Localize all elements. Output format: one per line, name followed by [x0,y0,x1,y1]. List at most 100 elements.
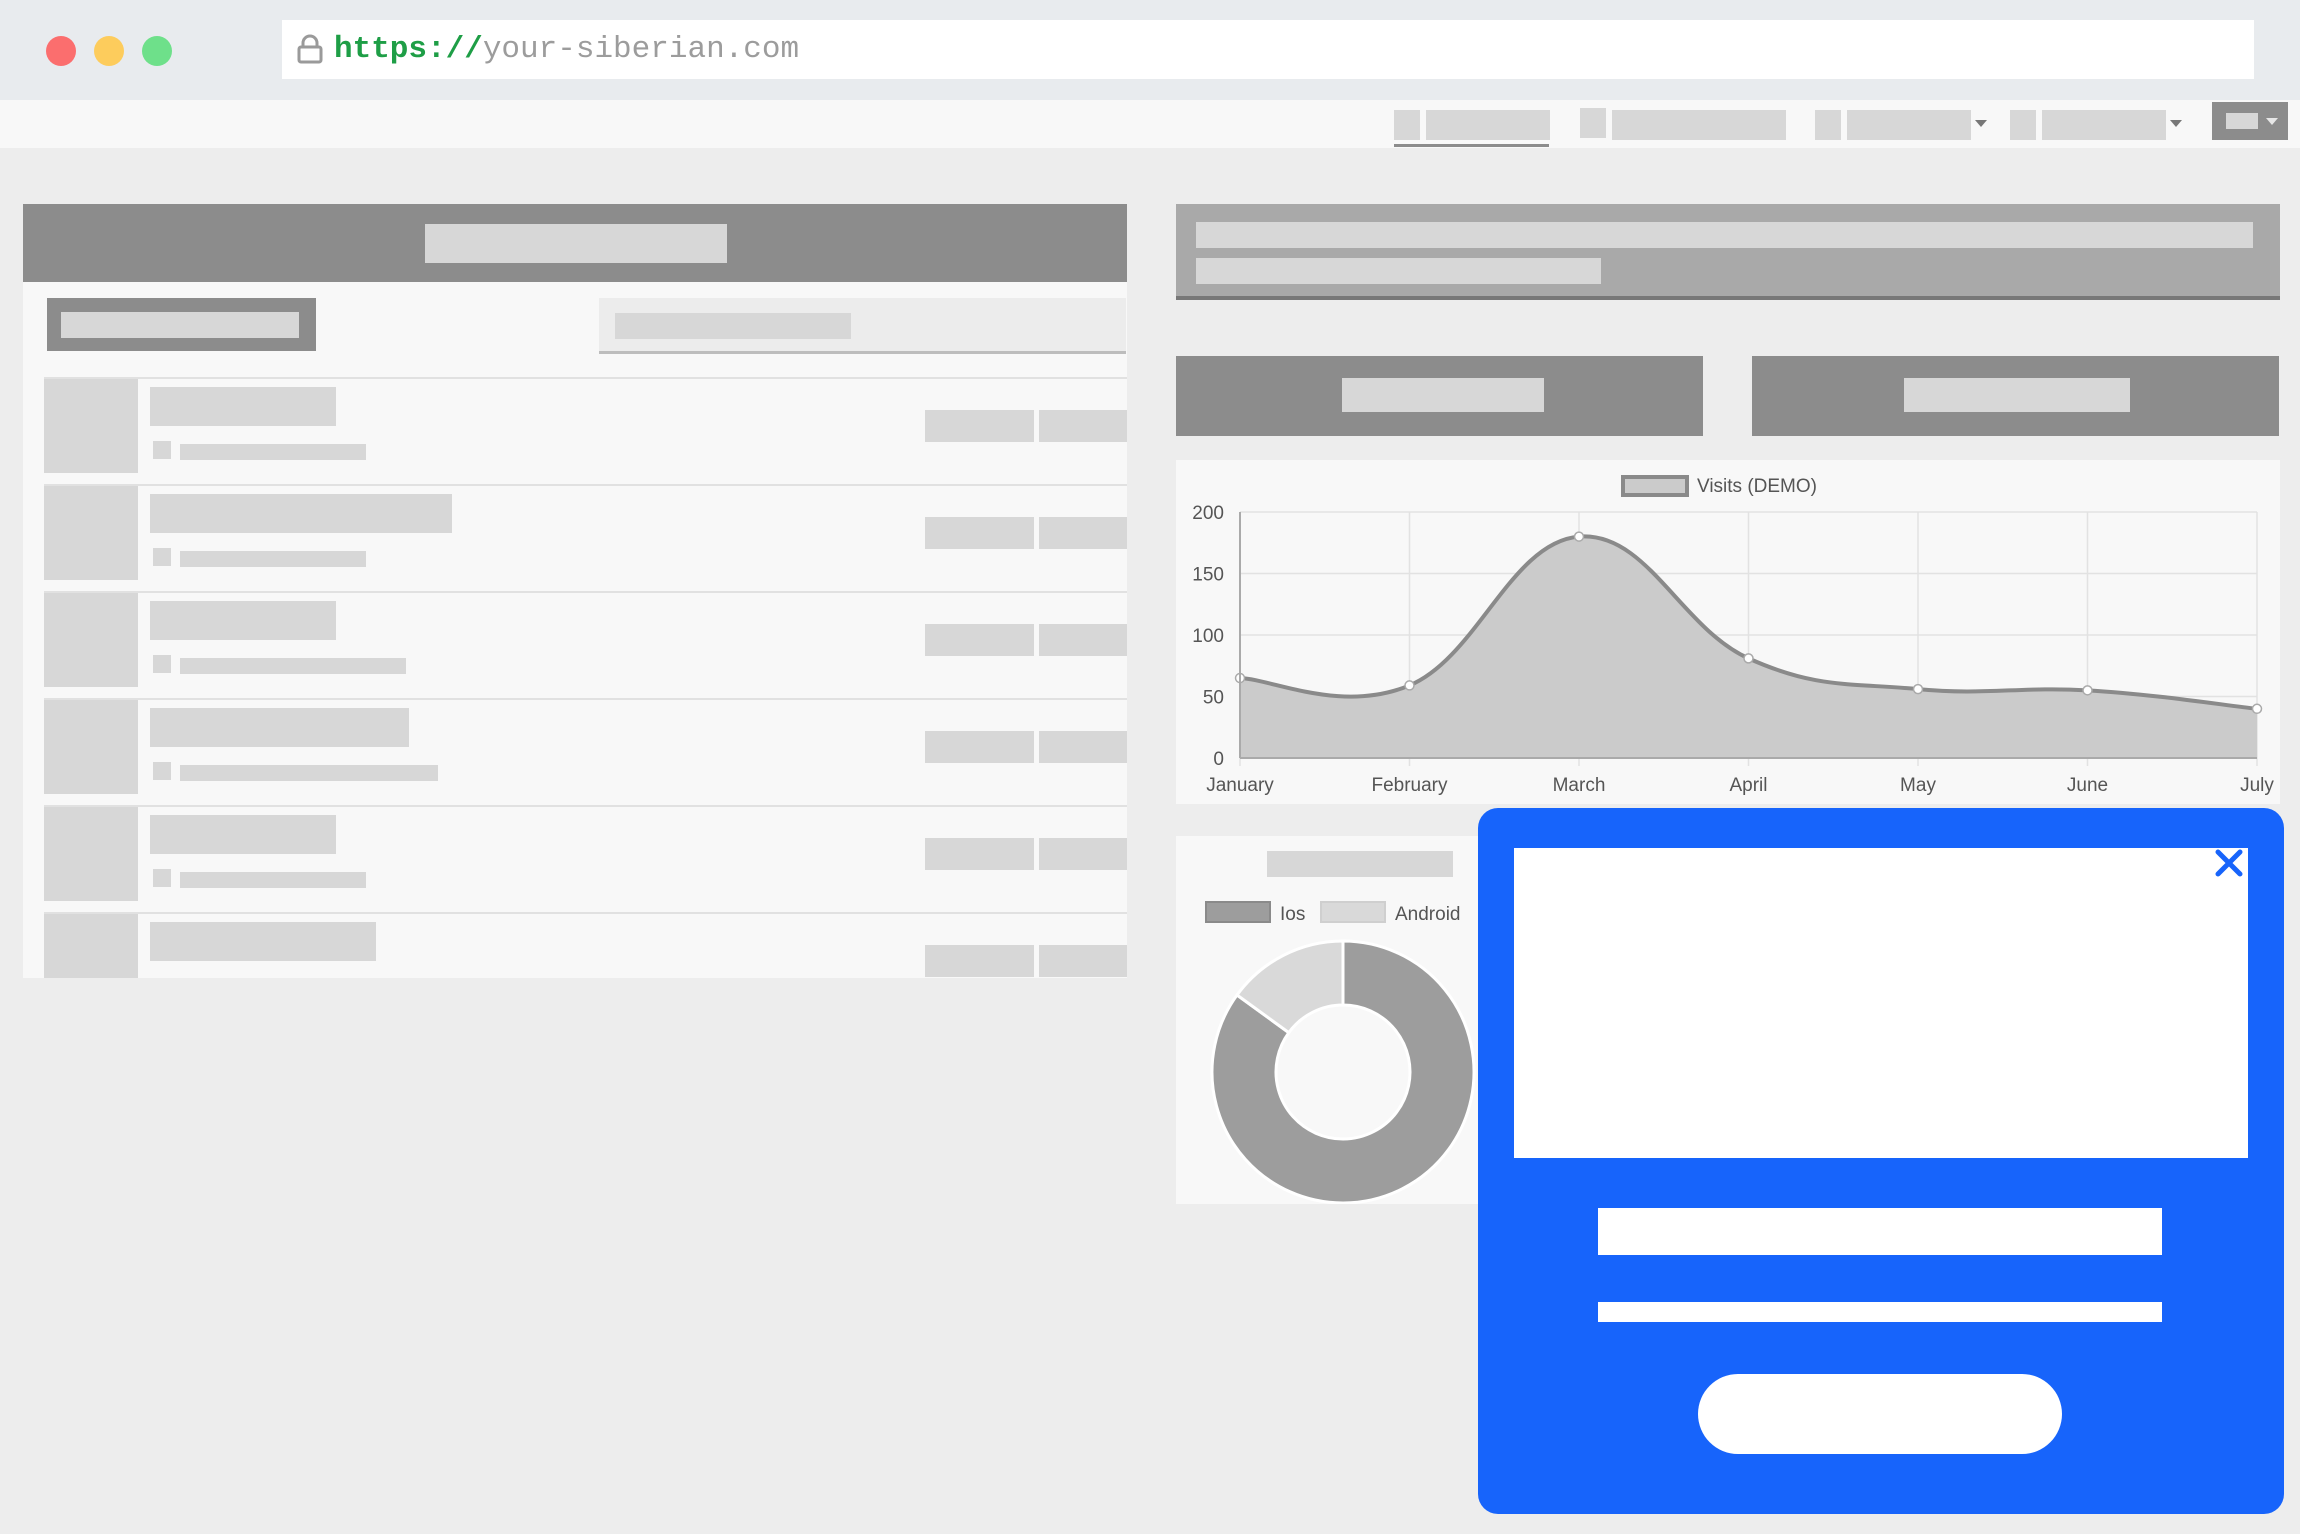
row-meta-icon [153,548,171,566]
chart-legend: Visits (DEMO) [1621,475,1817,497]
user-menu-button[interactable] [2212,102,2288,140]
y-tick-label: 200 [1192,503,1224,524]
list-row[interactable] [44,591,1127,698]
legend-label: Visits (DEMO) [1697,476,1817,497]
nav-item-2-icon[interactable] [1580,108,1606,138]
banner-line-1 [1196,222,2253,248]
action-button-2[interactable] [1752,356,2279,436]
data-point [2251,703,2263,715]
donut-chart-title-placeholder [1267,851,1453,877]
chevron-down-icon[interactable] [2170,120,2182,127]
popup-input-field[interactable] [1598,1208,2162,1255]
list-row[interactable] [44,484,1127,591]
row-title [150,708,409,747]
search-placeholder [615,313,851,339]
action-button-2-label [1904,378,2130,412]
data-point [1573,531,1585,542]
row-delete-button[interactable] [1039,731,1127,763]
visits-line-chart: Visits (DEMO) 0 50 100 150 200 January February… [1192,475,2274,796]
list-panel-header [23,204,1127,282]
list-panel-title [425,224,727,263]
row-meta-icon [153,762,171,780]
y-tick-label: 100 [1192,626,1224,647]
data-point [1743,653,1754,664]
action-button-1-label [1342,378,1544,412]
row-thumbnail [44,700,138,794]
legend-swatch [1205,901,1271,923]
row-thumbnail [44,593,138,687]
row-delete-button[interactable] [1039,517,1127,549]
filter-button-label [61,312,299,338]
lock-icon [297,34,323,64]
popup-submit-button[interactable] [1698,1374,2062,1454]
row-edit-button[interactable] [925,410,1034,442]
popup-text-line [1598,1302,2162,1322]
row-subtitle [180,872,366,888]
nav-item-1-label[interactable] [1426,110,1550,140]
search-input[interactable] [599,298,1126,354]
row-subtitle [180,765,438,781]
url-scheme: https:// [334,32,483,67]
row-edit-button[interactable] [925,624,1034,656]
nav-item-3-icon[interactable] [1815,110,1841,140]
row-thumbnail [44,486,138,580]
row-edit-button[interactable] [925,517,1034,549]
nav-item-4-icon[interactable] [2010,110,2036,140]
row-edit-button[interactable] [925,731,1034,763]
nav-item-4-label[interactable] [2042,110,2166,140]
address-bar[interactable]: https://your-siberian.com [282,20,2254,79]
y-tick-label: 50 [1203,688,1224,709]
maximize-window-button[interactable] [142,36,172,66]
top-nav [0,100,2300,148]
data-point [2082,685,2093,696]
action-button-1[interactable] [1176,356,1703,436]
list-panel [23,204,1127,978]
row-thumbnail [44,379,138,473]
close-icon[interactable] [2212,846,2246,880]
y-tick-label: 0 [1213,749,1224,770]
row-meta-icon [153,441,171,459]
x-tick-label: June [2067,775,2108,796]
row-title [150,815,336,854]
row-title [150,601,336,640]
legend-swatch [1320,901,1386,923]
list-row[interactable] [44,698,1127,805]
platform-chart-card: Ios Android [1176,836,1486,1204]
row-thumbnail [44,807,138,901]
row-delete-button[interactable] [1039,838,1127,870]
legend-label: Android [1395,904,1461,925]
list-row[interactable] [44,377,1127,484]
legend-swatch [1621,475,1689,497]
x-tick-label: April [1729,775,1767,796]
row-edit-button[interactable] [925,838,1034,870]
x-tick-label: January [1206,775,1274,796]
nav-item-3-label[interactable] [1847,110,1971,140]
x-tick-label: May [1900,775,1936,796]
row-delete-button[interactable] [1039,945,1127,977]
chevron-down-icon[interactable] [1975,120,1987,127]
row-subtitle [180,444,366,460]
platform-doughnut-chart: Ios Android [1205,851,1476,1204]
row-title [150,494,452,533]
nav-item-2-label[interactable] [1612,110,1786,140]
url-host: your-siberian.com [482,32,800,67]
nav-item-1-icon[interactable] [1394,110,1420,140]
chevron-down-icon [2266,118,2278,125]
promo-popup [1478,808,2284,1514]
minimize-window-button[interactable] [94,36,124,66]
x-tick-label: July [2240,775,2274,796]
user-menu-icon [2226,113,2258,129]
row-delete-button[interactable] [1039,410,1127,442]
row-meta-icon [153,655,171,673]
row-subtitle [180,658,406,674]
filter-button[interactable] [47,298,316,351]
list-row[interactable] [44,805,1127,912]
close-window-button[interactable] [46,36,76,66]
row-meta-icon [153,869,171,887]
popup-preview-area [1514,848,2248,1158]
legend-label: Ios [1280,904,1305,925]
row-delete-button[interactable] [1039,624,1127,656]
y-tick-label: 150 [1192,565,1224,586]
row-edit-button[interactable] [925,945,1034,977]
list-row[interactable] [44,912,1127,978]
